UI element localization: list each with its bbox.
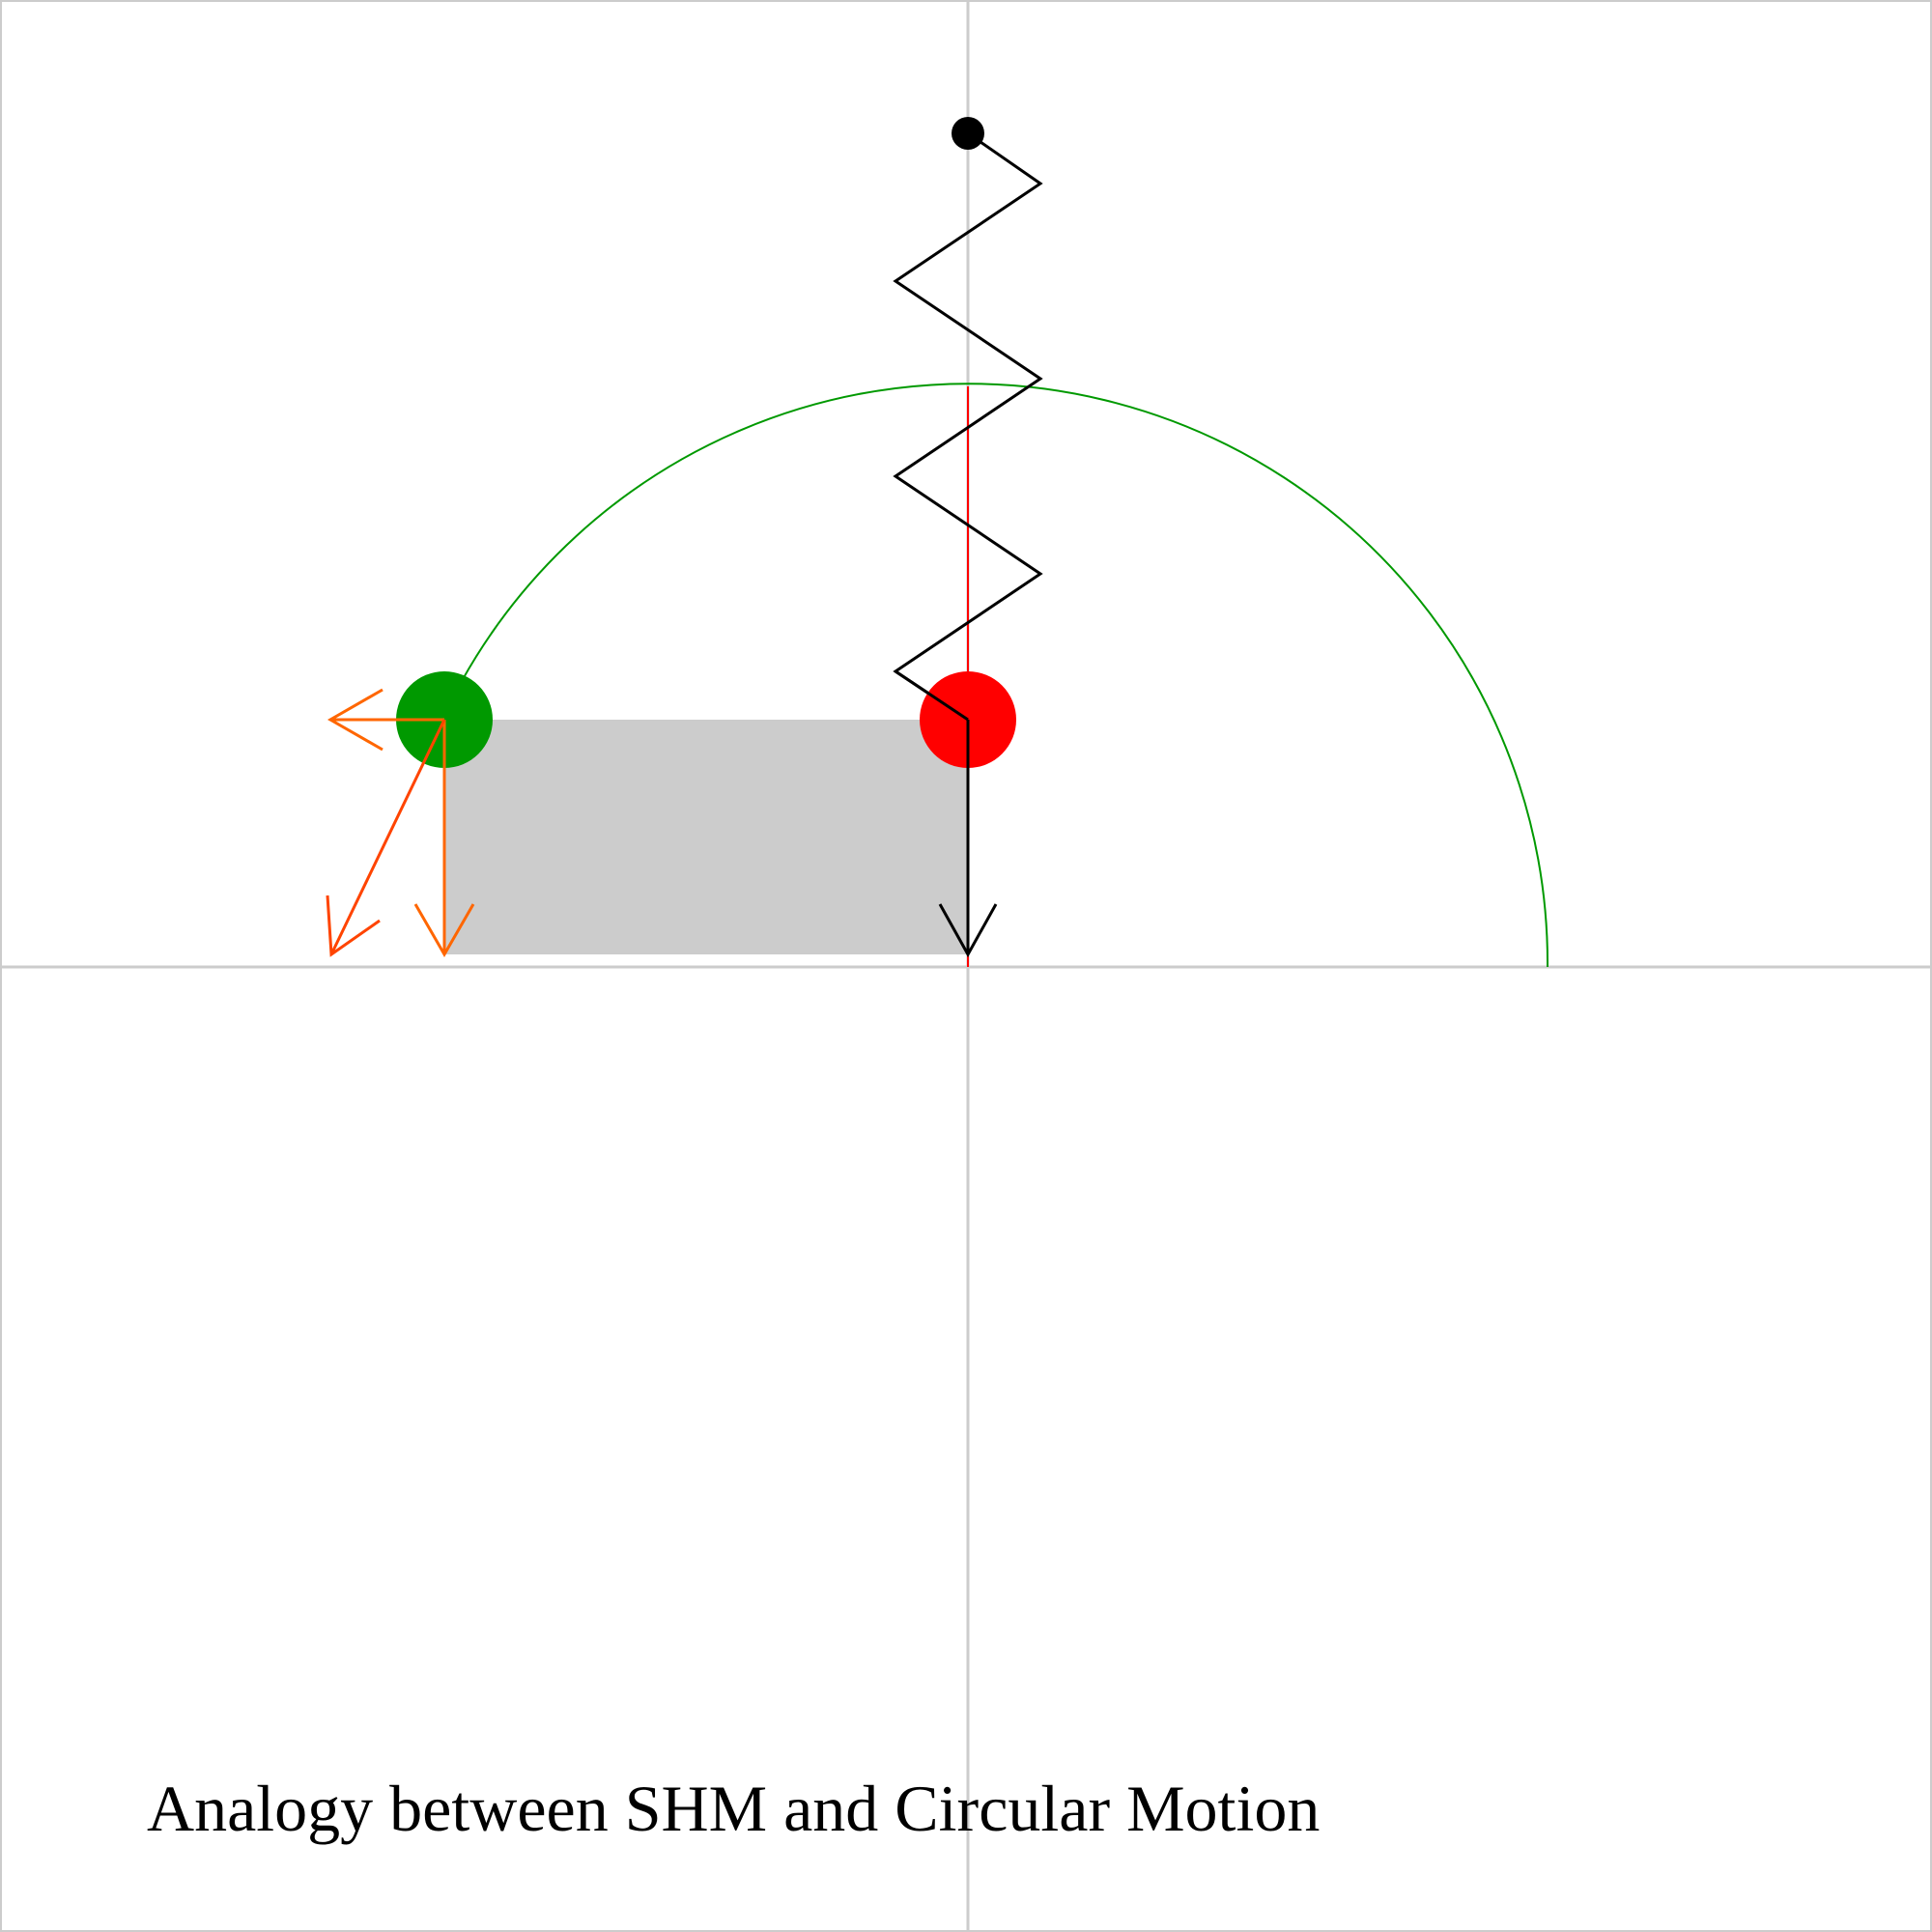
resultant-arrow — [329, 719, 446, 955]
projection-band — [444, 720, 968, 954]
diagram-caption: Analogy between SHM and Circular Motion — [147, 1772, 1321, 1845]
anchor-dot — [952, 117, 984, 150]
shm-circular-motion-diagram — [0, 0, 1932, 1932]
